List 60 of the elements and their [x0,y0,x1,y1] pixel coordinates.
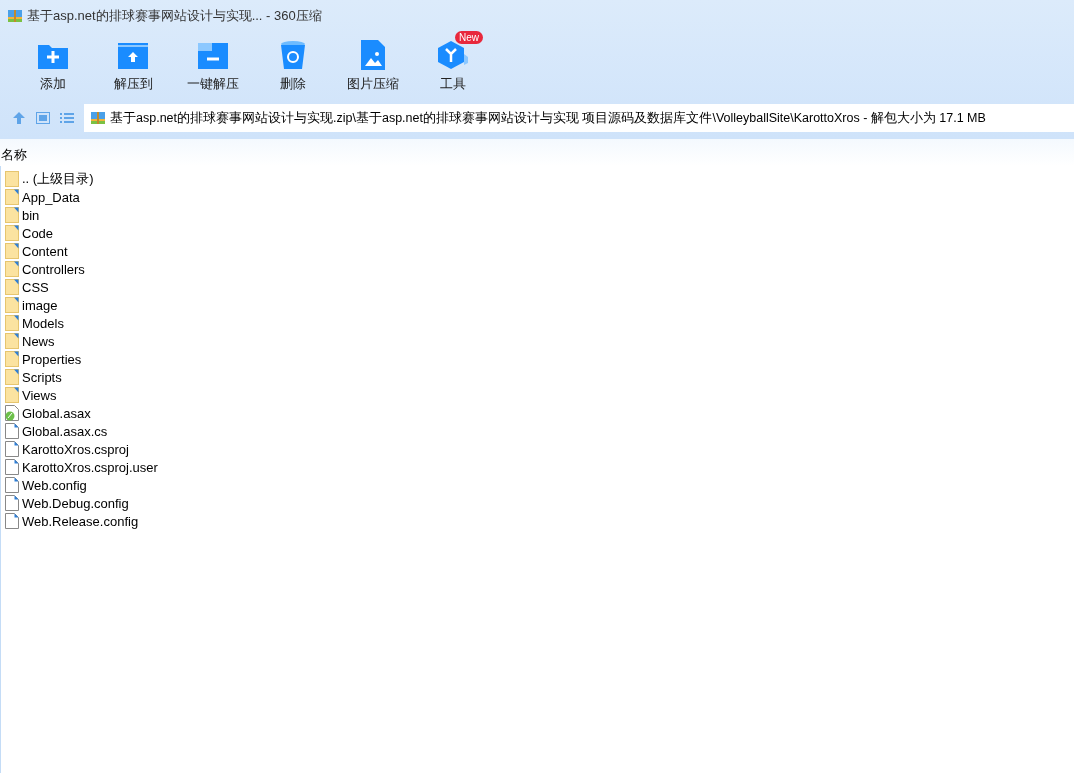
file-name[interactable]: Global.asax.cs [22,423,108,439]
file-icon [5,441,19,457]
image-file-icon [361,40,385,70]
web-file-icon [5,405,19,421]
file-name[interactable]: image [22,297,58,313]
file-icon [5,459,19,475]
toolbar-button[interactable]: New 工具 [413,31,493,99]
toolbar-button[interactable]: 一键解压 [173,31,253,99]
file-name[interactable]: KarottoXros.csproj.user [22,459,158,475]
file-icon [5,513,19,529]
folder-icon [5,351,19,367]
hexagon-y-icon [437,40,469,70]
file-name[interactable]: Web.Release.config [22,513,139,529]
file-name[interactable]: Global.asax [22,405,91,421]
folder-icon [5,387,19,403]
recycle-bin-icon [280,40,306,70]
folder-icon [5,261,19,277]
folder-icon [5,171,19,187]
folder-icon [5,207,19,223]
file-name[interactable]: Views [22,387,57,403]
folder-icon [5,189,19,205]
folder-icon [5,225,19,241]
file-name[interactable]: KarottoXros.csproj [22,441,129,457]
folder-icon [5,333,19,349]
folder-icon [5,243,19,259]
address-field[interactable]: 基于asp.net的排球赛事网站设计与实现.zip\基于asp.net的排球赛事网站设计与实现 项目源码及数据库文件\VolleyballSite\KarottoXros - 解包大小为 17.1 MB [84,104,1074,132]
file-name[interactable]: Web.Debug.config [22,495,129,511]
file-name[interactable]: App_Data [22,189,80,205]
folder-minus-icon [197,42,229,70]
file-name[interactable]: bin [22,207,40,223]
up-arrow-icon[interactable] [12,111,26,125]
folder-upload-icon [117,42,149,70]
file-name[interactable]: Controllers [22,261,85,277]
folder-icon [5,279,19,295]
file-icon [5,495,19,511]
file-name[interactable]: Code [22,225,54,241]
archive-icon [90,110,106,126]
file-icon [5,423,19,439]
file-name[interactable]: Web.config [22,477,87,493]
file-name[interactable]: CSS [22,279,49,295]
toolbar-button[interactable]: 图片压缩 [333,31,413,99]
file-name[interactable]: .. (上级目录) [22,170,94,188]
file-name[interactable]: Scripts [22,369,62,385]
file-name[interactable]: Properties [22,351,82,367]
file-name[interactable]: Content [22,243,68,259]
preview-icon[interactable] [36,111,50,125]
list-view-icon[interactable] [60,111,74,125]
toolbar-button[interactable]: 添加 [13,31,93,99]
new-badge: New [455,31,483,44]
archive-icon [7,7,23,24]
folder-icon [5,315,19,331]
window-title: 基于asp.net的排球赛事网站设计与实现... - 360压缩 [27,6,322,25]
folder-icon [5,297,19,313]
file-name[interactable]: News [22,333,55,349]
file-icon [5,477,19,493]
toolbar-button[interactable]: 删除 [253,31,333,99]
folder-plus-icon [37,42,69,70]
folder-icon [5,369,19,385]
toolbar-button[interactable]: 解压到 [93,31,173,99]
file-name[interactable]: Models [22,315,64,331]
